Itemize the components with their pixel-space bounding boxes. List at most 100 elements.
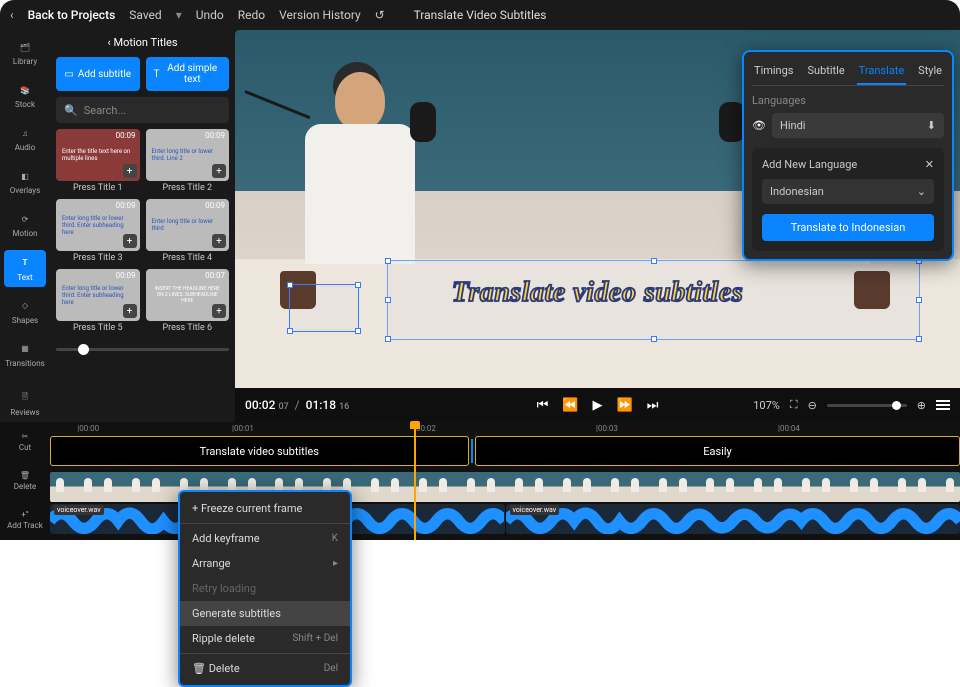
search-placeholder: Search... xyxy=(84,104,127,117)
audio-clip[interactable]: voiceover.wav xyxy=(506,504,960,534)
shapes-icon: ◇ xyxy=(17,298,33,314)
text-t-icon: T xyxy=(154,69,160,80)
panel-toggle-icon[interactable] xyxy=(936,400,950,410)
motion-icon: ⟳ xyxy=(17,211,33,227)
thumbnail-size-slider[interactable] xyxy=(56,339,229,359)
title-card[interactable]: 00:09Enter long title or lower third+Pre… xyxy=(146,199,230,263)
eye-icon[interactable]: 👁 xyxy=(752,119,766,132)
chevron-left-icon: ‹ xyxy=(10,8,14,22)
scissors-icon: ✂ xyxy=(22,432,29,441)
side-header: ‹ Motion Titles xyxy=(56,34,229,51)
translate-button[interactable]: Translate to Indonesian xyxy=(762,214,934,241)
search-input[interactable]: 🔍 Search... xyxy=(56,97,229,123)
zoom-out-icon[interactable]: ⊖ xyxy=(808,399,817,412)
languages-label: Languages xyxy=(752,94,944,107)
cm-add-keyframe[interactable]: Add keyframeK xyxy=(180,526,350,551)
subtitle-icon: ▭ xyxy=(64,69,73,80)
cm-ripple-delete[interactable]: Ripple deleteShift + Del xyxy=(180,626,350,651)
rail-shapes[interactable]: ◇Shapes xyxy=(4,293,46,330)
rail-transitions[interactable]: ▦Transitions xyxy=(4,336,46,373)
language-select[interactable]: Indonesian⌄ xyxy=(762,179,934,204)
play-icon[interactable]: ▶ xyxy=(593,398,603,413)
add-icon[interactable]: + xyxy=(212,234,226,248)
rewind-icon[interactable]: ⏪ xyxy=(562,398,578,413)
context-menu: + Freeze current frame Add keyframeK Arr… xyxy=(178,490,352,687)
rail-library[interactable]: 🗂Library xyxy=(4,34,46,71)
duration: 01:18 16 xyxy=(306,398,350,412)
add-icon[interactable]: + xyxy=(212,164,226,178)
dropdown-icon[interactable]: ▾ xyxy=(176,8,182,22)
cm-delete[interactable]: 🗑 DeleteDel xyxy=(180,656,350,681)
language-chip[interactable]: Hindi⬇ xyxy=(772,113,944,138)
cm-generate-subtitles[interactable]: Generate subtitles xyxy=(180,601,350,626)
saved-status[interactable]: Saved xyxy=(129,8,161,22)
zoom-in-icon[interactable]: ⊕ xyxy=(917,399,926,412)
title-card[interactable]: 00:07INSERT THE HEADLINE HERE ON 2 LINES… xyxy=(146,269,230,333)
title-card[interactable]: 00:09Enter long title or lower third. En… xyxy=(56,199,140,263)
subtitle-clip[interactable]: Translate video subtitles xyxy=(50,436,469,466)
download-icon[interactable]: ⬇ xyxy=(927,119,936,132)
redo-button[interactable]: Redo xyxy=(238,8,265,22)
tab-subtitle[interactable]: Subtitle xyxy=(806,60,847,85)
back-to-projects[interactable]: Back to Projects xyxy=(28,8,116,22)
tool-rail: 🗂Library 📚Stock ♫Audio ◧Overlays ⟳Motion… xyxy=(0,30,50,422)
current-time: 00:02 07 xyxy=(245,398,289,412)
history-icon[interactable]: ↺ xyxy=(375,8,385,22)
title-card[interactable]: 00:09Enter long title or lower third. En… xyxy=(56,269,140,333)
zoom-value: 107% xyxy=(753,399,780,412)
chevron-right-icon: ▸ xyxy=(333,558,338,569)
cm-retry-loading: Retry loading xyxy=(180,576,350,601)
translate-panel: Timings Subtitle Translate Style Languag… xyxy=(742,50,954,261)
add-subtitle-button[interactable]: ▭Add subtitle xyxy=(56,57,140,91)
time-ruler[interactable]: |00:00 |00:01 |00:02 |00:03 |00:04 xyxy=(50,422,960,436)
tab-timings[interactable]: Timings xyxy=(752,60,796,85)
title-card[interactable]: 00:09Enter the title text here on multip… xyxy=(56,129,140,193)
cm-arrange[interactable]: Arrange▸ xyxy=(180,551,350,576)
tl-cut[interactable]: ✂Cut xyxy=(0,422,50,461)
layers-icon: ◧ xyxy=(17,168,33,184)
zoom-slider[interactable] xyxy=(827,404,907,407)
subtitle-overlay[interactable]: Translate video subtitles xyxy=(452,277,743,309)
version-history[interactable]: Version History xyxy=(279,8,361,22)
text-icon: T xyxy=(17,255,33,271)
fullscreen-icon[interactable]: ⛶ xyxy=(790,398,798,412)
side-panel: ‹ Motion Titles ▭Add subtitle TAdd simpl… xyxy=(50,30,235,422)
music-icon: ♫ xyxy=(17,125,33,141)
clip-split-handle[interactable] xyxy=(471,439,473,463)
add-icon[interactable]: + xyxy=(123,164,137,178)
transitions-icon: ▦ xyxy=(17,341,33,357)
rail-motion[interactable]: ⟳Motion xyxy=(4,206,46,243)
playhead[interactable] xyxy=(414,422,416,540)
add-icon[interactable]: + xyxy=(123,234,137,248)
cm-freeze-frame[interactable]: + Freeze current frame xyxy=(180,496,350,521)
undo-button[interactable]: Undo xyxy=(196,8,224,22)
books-icon: 📚 xyxy=(17,82,33,98)
rail-overlays[interactable]: ◧Overlays xyxy=(4,163,46,200)
search-icon: 🔍 xyxy=(64,104,78,117)
tab-style[interactable]: Style xyxy=(916,60,944,85)
project-title: Translate Video Subtitles xyxy=(414,8,547,22)
rail-stock[interactable]: 📚Stock xyxy=(4,77,46,114)
tab-translate[interactable]: Translate xyxy=(857,60,907,85)
chevron-down-icon: ⌄ xyxy=(917,185,926,198)
close-icon[interactable]: ✕ xyxy=(925,158,934,171)
skip-start-icon[interactable]: ⏮ xyxy=(537,398,549,413)
rail-text[interactable]: TText xyxy=(4,250,46,287)
trash-icon: 🗑 xyxy=(20,471,30,480)
tl-add-track[interactable]: +°Add Track xyxy=(0,501,50,540)
add-simple-text-button[interactable]: TAdd simple text xyxy=(146,57,230,91)
rail-reviews[interactable]: 🗎Reviews xyxy=(4,385,46,422)
forward-icon[interactable]: ⏩ xyxy=(617,398,633,413)
add-icon[interactable]: + xyxy=(123,304,137,318)
add-icon[interactable]: + xyxy=(212,304,226,318)
tl-delete[interactable]: 🗑Delete xyxy=(0,461,50,500)
plus-icon: + xyxy=(192,502,201,515)
skip-end-icon[interactable]: ⏭ xyxy=(647,398,659,413)
subtitle-clip[interactable]: Easily xyxy=(475,436,960,466)
rail-audio[interactable]: ♫Audio xyxy=(4,120,46,157)
add-language-label: Add New Language xyxy=(762,158,857,171)
plus-icon: +° xyxy=(21,510,29,519)
reviews-icon: 🗎 xyxy=(17,390,33,406)
title-card[interactable]: 00:09Enter long title or lower third. Li… xyxy=(146,129,230,193)
folder-icon: 🗂 xyxy=(17,39,33,55)
